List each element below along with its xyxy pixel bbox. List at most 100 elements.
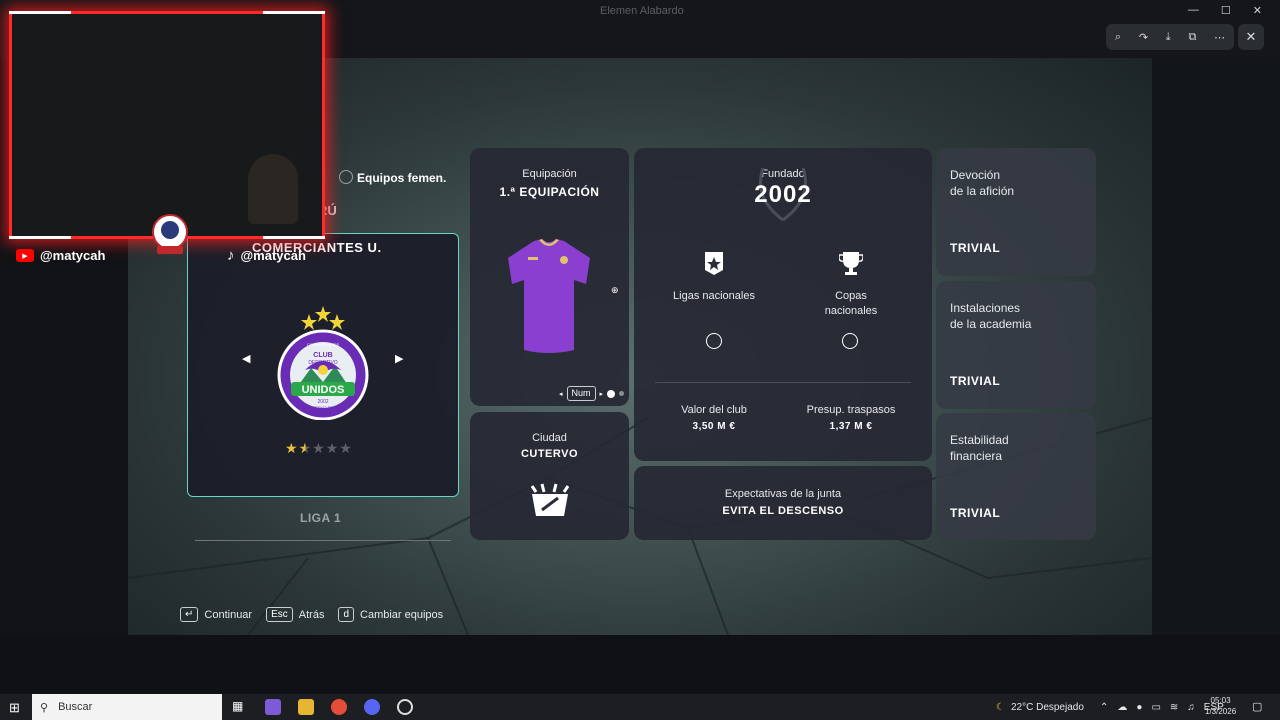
kit-dot[interactable]: [619, 391, 625, 396]
womens-teams-toggle[interactable]: [339, 170, 353, 184]
rating-star: ★: [298, 440, 313, 456]
league-trophy-icon: [705, 252, 723, 275]
info-divider: [655, 382, 911, 383]
kit-value: 1.ª EQUIPACIÓN: [499, 185, 600, 199]
club-card[interactable]: COMERCIANTES U. ◀ ▶ CLUB DEPORTIVO UNIDO…: [187, 233, 459, 497]
tiktok-handle: ♪ @matycah: [227, 247, 306, 264]
taskbar-search[interactable]: ⚲ Buscar: [32, 694, 222, 720]
weather-widget[interactable]: ☾ 22°C Despejado: [996, 694, 1084, 720]
academy-label-2: de la academia: [950, 317, 1032, 331]
city-panel: Ciudad CUTERVO: [470, 412, 629, 540]
league-divider: [195, 540, 451, 541]
financial-value: TRIVIAL: [950, 506, 1001, 520]
cloud-icon[interactable]: ☁: [1117, 702, 1127, 713]
clock[interactable]: 05:03 1/3/2026: [1205, 695, 1236, 717]
national-leagues-count: [706, 333, 722, 349]
change-teams-label[interactable]: Cambiar equipos: [360, 609, 443, 621]
cursor-indicator: ⊕: [611, 285, 619, 295]
back-label[interactable]: Atrás: [299, 609, 325, 621]
club-value-label: Valor del club: [681, 404, 747, 416]
webcam-overlay: [9, 11, 325, 239]
kit-label: Equipación: [522, 168, 577, 180]
board-expectations-panel: Expectativas de la junta EVITA EL DESCEN…: [634, 466, 932, 540]
footer-hints: ↵ Continuar Esc Atrás d Cambiar equipos: [180, 607, 443, 622]
start-icon[interactable]: ⊞: [9, 700, 20, 716]
prev-club-arrow[interactable]: ◀: [242, 352, 250, 365]
app-icon[interactable]: [397, 699, 413, 715]
national-cups-label-2: nacionales: [824, 305, 878, 317]
financial-label-1: Estabilidad: [950, 433, 1009, 447]
kit-prev-icon[interactable]: ◂: [559, 390, 563, 398]
webcam-corner: [263, 11, 325, 14]
next-club-arrow[interactable]: ▶: [395, 352, 403, 365]
discord-icon[interactable]: [364, 699, 380, 715]
academy-label-1: Instalaciones: [950, 301, 1021, 315]
search-icon: ⚲: [40, 701, 49, 714]
file-explorer-icon[interactable]: [298, 699, 314, 715]
youtube-handle: ▶ @matycah: [16, 248, 105, 263]
webcam-corner: [263, 236, 325, 239]
continue-label[interactable]: Continuar: [204, 609, 252, 621]
dimmed-background-right: [1152, 58, 1280, 635]
change-teams-key[interactable]: d: [338, 607, 355, 622]
club-crest: CLUB DEPORTIVO UNIDOS 2002 CUTERVO PERÚ …: [277, 306, 369, 420]
notifications-icon[interactable]: ▢: [1252, 700, 1262, 713]
kit-jersey: [508, 239, 590, 353]
back-key[interactable]: Esc: [266, 607, 293, 622]
chrome-icon[interactable]: [331, 699, 347, 715]
cup-trophy-icon: [839, 252, 863, 275]
continue-key[interactable]: ↵: [180, 607, 199, 622]
copilot-icon[interactable]: [265, 699, 281, 715]
volume-icon[interactable]: ♫: [1187, 702, 1195, 713]
maximize-icon[interactable]: ☐: [1221, 4, 1231, 17]
crest-top-text: CLUB: [313, 352, 332, 359]
tiktok-icon: ♪: [227, 247, 235, 264]
crest-city-text: CUTERVO PERÚ: [307, 405, 339, 410]
national-cups-count: [842, 333, 858, 349]
minimize-icon[interactable]: —: [1188, 4, 1199, 17]
academy-facilities-panel: Instalaciones de la academia TRIVIAL: [936, 281, 1096, 409]
battery-icon[interactable]: ▭: [1151, 702, 1160, 713]
stadium-icon: [530, 483, 570, 516]
kit-panel[interactable]: Equipación 1.ª EQUIPACIÓN ⊕ ◂ Num ▸: [470, 148, 629, 406]
league-label: LIGA 1: [300, 511, 342, 525]
crest-ring-text: COMERCIANTES: [307, 342, 340, 347]
more-icon[interactable]: ⋯: [1214, 31, 1225, 44]
fan-devotion-value: TRIVIAL: [950, 241, 1001, 255]
transfer-budget: 1,37 M €: [829, 421, 873, 432]
womens-teams-label: Equipos femen.: [357, 171, 447, 185]
mic-icon[interactable]: ●: [1136, 702, 1142, 713]
tray-chevron-icon[interactable]: ⌃: [1100, 702, 1108, 713]
moon-icon: ☾: [996, 701, 1005, 713]
viewer-toolbar: ⌕ ↷ ⤓ ⧉ ⋯: [1106, 24, 1234, 50]
viewer-close-button[interactable]: ✕: [1238, 24, 1264, 50]
kit-dot-active[interactable]: [607, 389, 616, 398]
download-icon[interactable]: ⤓: [1166, 31, 1171, 44]
close-window-icon[interactable]: ✕: [1253, 4, 1262, 17]
dimmed-background-bottom: [0, 635, 1280, 694]
club-star-rating: ★★★★★: [285, 440, 353, 457]
taskbar: ⊞ ⚲ Buscar ▦ ☾ 22°C Despejado ⌃ ☁ ● ▭ ≋ …: [0, 694, 1280, 720]
clock-date: 1/3/2026: [1205, 707, 1237, 716]
webcam-corner: [9, 11, 71, 14]
founded-value: 2002: [754, 181, 812, 208]
kit-next-icon[interactable]: ▸: [600, 390, 604, 398]
city-value: CUTERVO: [520, 448, 579, 460]
rating-star: ★: [325, 440, 340, 456]
board-value: EVITA EL DESCENSO: [722, 505, 844, 517]
fan-devotion-panel: Devoción de la afición TRIVIAL: [936, 148, 1096, 276]
webcam-person: [248, 154, 298, 224]
wifi-icon[interactable]: ≋: [1170, 702, 1178, 713]
club-info-panel: Fundado 2002 Ligas nacionales Copas naci…: [634, 148, 932, 461]
open-external-icon[interactable]: ⧉: [1188, 31, 1196, 44]
clock-time: 05:03: [1210, 696, 1231, 705]
search-placeholder: Buscar: [58, 701, 93, 713]
share-icon[interactable]: ↷: [1139, 31, 1148, 44]
kit-nav-key[interactable]: Num: [566, 386, 596, 401]
kit-pager: ◂ Num ▸: [559, 386, 625, 401]
zoom-icon[interactable]: ⌕: [1115, 31, 1121, 44]
financial-stability-panel: Estabilidad financiera TRIVIAL: [936, 413, 1096, 540]
task-view-icon[interactable]: ▦: [232, 699, 248, 715]
city-label: Ciudad: [532, 432, 567, 444]
financial-label-2: financiera: [950, 449, 1003, 463]
